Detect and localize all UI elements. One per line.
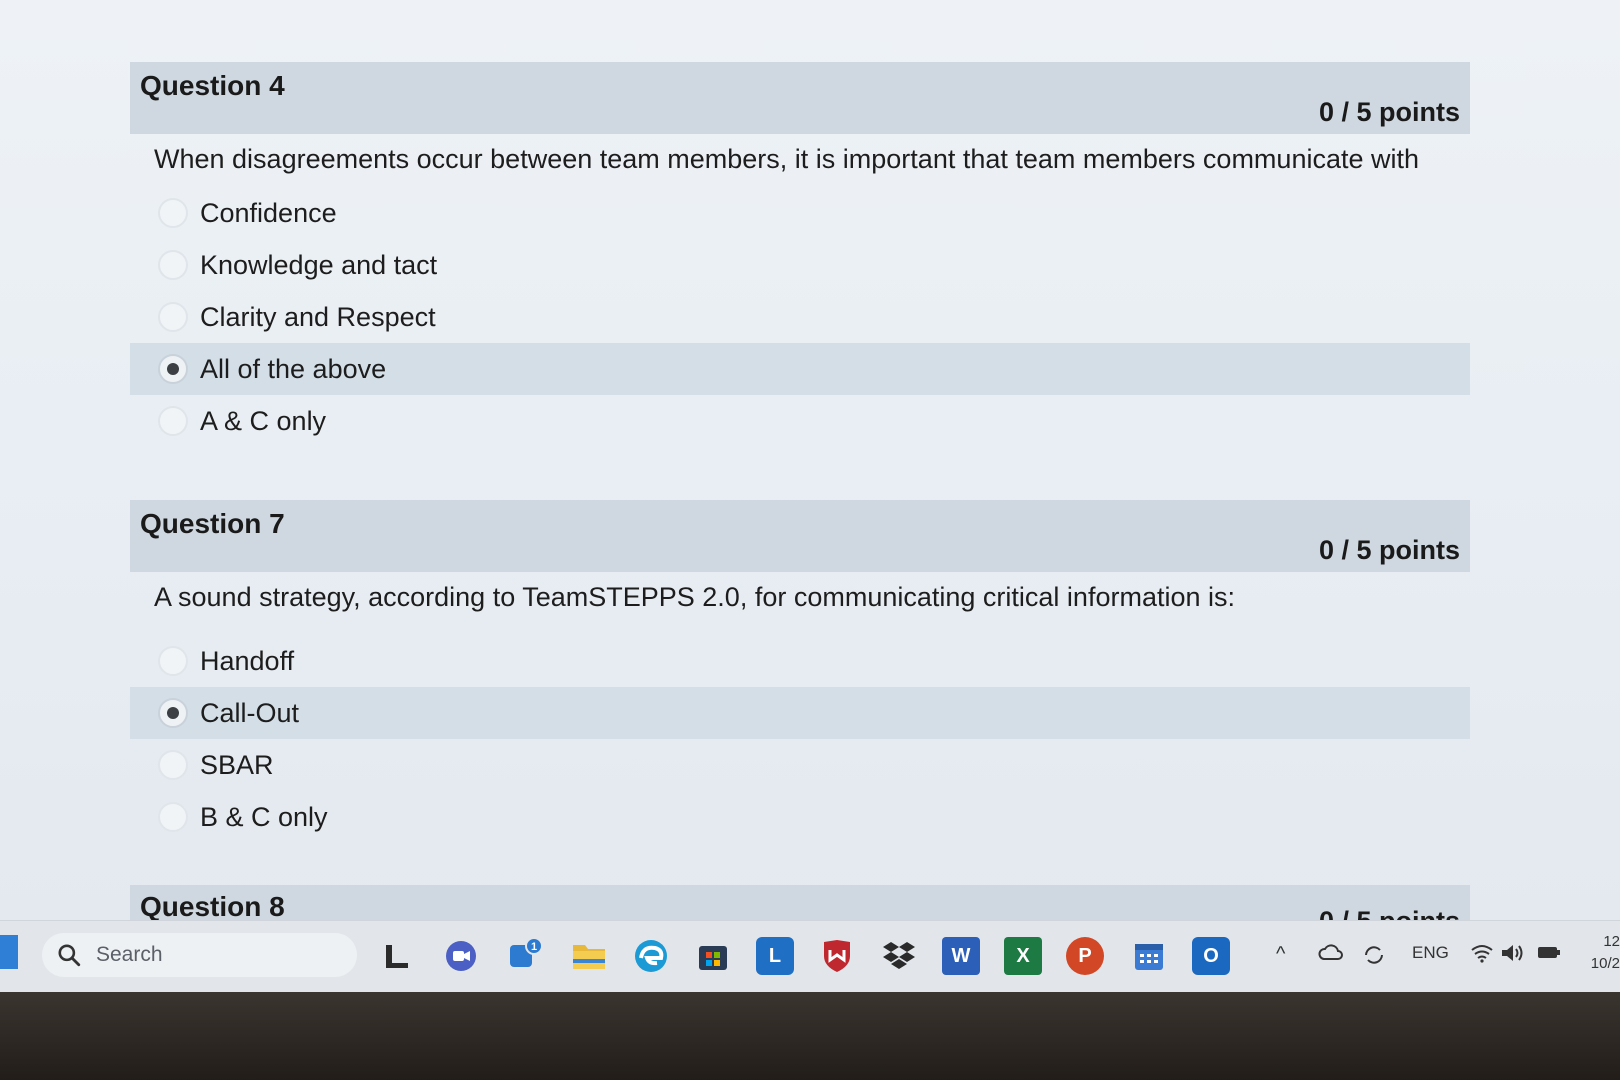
question-4-options: Confidence Knowledge and tact Clarity an… — [130, 187, 1470, 447]
sync-icon[interactable] — [1362, 943, 1386, 972]
monitor-bezel — [0, 992, 1620, 1080]
radio-dot — [167, 363, 179, 375]
question-7-options: Handoff Call-Out SBAR B & C only — [130, 635, 1470, 843]
windows-taskbar: Search 1 L W X P O ^ ENG 12 10/2 — [0, 920, 1620, 993]
browser-viewport: Question 4 0 / 5 points When disagreemen… — [0, 0, 1620, 936]
search-placeholder: Search — [96, 943, 163, 966]
taskbar-search[interactable]: Search — [42, 933, 357, 977]
mcafee-icon[interactable] — [818, 937, 856, 975]
word-icon[interactable]: W — [942, 937, 980, 975]
radio-button[interactable] — [158, 646, 188, 676]
option-label: A & C only — [200, 405, 327, 436]
question-4-header: Question 4 0 / 5 points — [130, 62, 1470, 134]
microsoft-store-icon[interactable] — [694, 937, 732, 975]
radio-dot — [167, 707, 179, 719]
powerpoint-label: P — [1078, 944, 1092, 967]
cloud-icon[interactable] — [1318, 943, 1344, 968]
battery-icon[interactable] — [1536, 943, 1562, 966]
option-label: Handoff — [200, 645, 295, 676]
chevron-up-icon[interactable]: ^ — [1276, 943, 1285, 966]
question-4-text: When disagreements occur between team me… — [154, 144, 1420, 174]
wifi-icon[interactable] — [1470, 943, 1494, 968]
powerpoint-icon[interactable]: P — [1066, 937, 1104, 975]
option-label: Knowledge and tact — [200, 249, 438, 280]
q4-option-clarity-and-respect[interactable]: Clarity and Respect — [130, 291, 1470, 343]
file-explorer-icon[interactable] — [570, 937, 608, 975]
start-icon[interactable] — [0, 935, 18, 969]
clock[interactable]: 12 10/2 — [1586, 931, 1620, 975]
outlook-label: O — [1203, 944, 1219, 967]
option-label: Confidence — [200, 197, 337, 228]
chat-badge: 1 — [531, 941, 537, 953]
meet-icon[interactable] — [442, 937, 480, 975]
option-label: All of the above — [200, 353, 387, 384]
radio-button[interactable] — [158, 250, 188, 280]
option-label: Clarity and Respect — [200, 301, 436, 332]
calendar-icon[interactable] — [1130, 937, 1168, 975]
q7-option-call-out[interactable]: Call-Out — [130, 687, 1470, 739]
question-4: Question 4 0 / 5 points When disagreemen… — [130, 62, 1470, 447]
volume-icon[interactable] — [1500, 943, 1526, 968]
question-7-points: 0 / 5 points — [1318, 535, 1460, 565]
radio-button[interactable] — [158, 302, 188, 332]
radio-button[interactable] — [158, 750, 188, 780]
radio-button[interactable] — [158, 802, 188, 832]
word-label: W — [951, 944, 971, 967]
task-view-icon[interactable] — [378, 937, 416, 975]
option-label: B & C only — [200, 801, 328, 832]
radio-button[interactable] — [158, 198, 188, 228]
language-indicator[interactable]: ENG — [1412, 943, 1449, 963]
previous-option-clipped — [170, 0, 390, 10]
excel-label: X — [1016, 944, 1030, 967]
question-4-points: 0 / 5 points — [1318, 97, 1460, 127]
clock-time: 12 — [1603, 933, 1620, 950]
option-label: SBAR — [200, 749, 274, 780]
q4-option-all-of-the-above[interactable]: All of the above — [130, 343, 1470, 395]
q4-option-knowledge-and-tact[interactable]: Knowledge and tact — [130, 239, 1470, 291]
q7-option-b-and-c-only[interactable]: B & C only — [130, 791, 1470, 843]
edge-browser-icon[interactable] — [632, 937, 670, 975]
clock-date: 10/2 — [1590, 955, 1620, 972]
q4-option-confidence[interactable]: Confidence — [130, 187, 1470, 239]
radio-button[interactable] — [158, 406, 188, 436]
radio-button-selected[interactable] — [158, 698, 188, 728]
question-4-title: Question 4 — [140, 70, 285, 101]
outlook-icon[interactable]: O — [1192, 937, 1230, 975]
question-7-title: Question 7 — [140, 508, 285, 539]
question-7-text: A sound strategy, according to TeamSTEPP… — [154, 582, 1235, 612]
dropbox-icon[interactable] — [880, 937, 918, 975]
chat-icon[interactable]: 1 — [506, 937, 544, 975]
question-7-header: Question 7 0 / 5 points — [130, 500, 1470, 572]
option-label: Call-Out — [200, 697, 300, 728]
excel-icon[interactable]: X — [1004, 937, 1042, 975]
question-7: Question 7 0 / 5 points A sound strategy… — [130, 500, 1470, 843]
q7-option-handoff[interactable]: Handoff — [130, 635, 1470, 687]
q7-option-sbar[interactable]: SBAR — [130, 739, 1470, 791]
launcher-app-icon[interactable]: L — [756, 937, 794, 975]
launcher-label: L — [768, 944, 782, 967]
search-icon — [58, 944, 81, 967]
radio-button-selected[interactable] — [158, 354, 188, 384]
q4-option-a-and-c-only[interactable]: A & C only — [130, 395, 1470, 447]
question-8-title: Question 8 — [140, 891, 285, 922]
